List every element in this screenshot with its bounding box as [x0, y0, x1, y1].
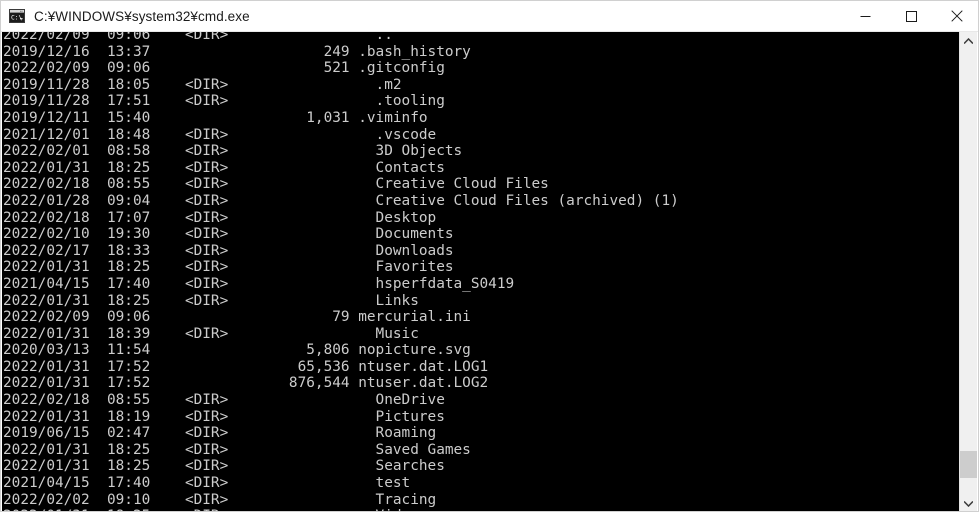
console-line: 2022/01/31 18:25 <DIR> Videos	[2, 508, 961, 511]
console-output-area[interactable]: 2022/02/09 09:06 <DIR> .. 2019/12/16 13:3…	[2, 32, 961, 511]
console-text-buffer: 2022/02/09 09:06 <DIR> .. 2019/12/16 13:3…	[2, 32, 961, 511]
console-line: 2019/12/16 13:37 249 .bash_history	[3, 43, 471, 60]
cmd-console-icon: C:\	[9, 8, 25, 24]
scroll-down-button[interactable]	[960, 495, 977, 511]
console-line: 2022/01/31 18:25 <DIR> Favorites	[3, 259, 454, 276]
console-line: 2022/02/09 09:06 521 .gitconfig	[3, 60, 445, 77]
console-line: 2022/02/17 18:33 <DIR> Downloads	[3, 242, 454, 259]
console-line: 2021/04/15 17:40 <DIR> hsperfdata_S0419	[3, 275, 515, 292]
console-line: 2020/03/13 11:54 5,806 nopicture.svg	[3, 342, 471, 359]
console-line: 2022/02/18 17:07 <DIR> Desktop	[3, 209, 437, 226]
console-line: 2022/01/31 17:52 65,536 ntuser.dat.LOG1	[3, 358, 489, 375]
svg-text:C:\: C:\	[11, 15, 22, 22]
console-line: 2022/02/09 09:06 <DIR> ..	[3, 32, 393, 43]
scroll-up-button[interactable]	[960, 32, 977, 49]
console-line: 2022/01/31 18:25 <DIR> Contacts	[3, 159, 445, 176]
console-line: 2022/02/10 19:30 <DIR> Documents	[3, 226, 454, 243]
console-line: 2022/02/18 08:55 <DIR> Creative Cloud Fi…	[3, 176, 549, 193]
console-line: 2022/01/31 18:25 <DIR> Links	[3, 292, 419, 309]
console-line: 2021/12/01 18:48 <DIR> .vscode	[3, 126, 437, 143]
console-line: 2022/01/31 17:52 876,544 ntuser.dat.LOG2	[3, 375, 489, 392]
scrollbar-track[interactable]	[960, 49, 977, 495]
close-button[interactable]	[934, 1, 978, 32]
console-line: 2022/01/31 18:19 <DIR> Pictures	[3, 408, 445, 425]
minimize-button[interactable]	[842, 1, 888, 32]
caption-button-group	[842, 1, 978, 32]
scrollbar-thumb[interactable]	[960, 451, 977, 478]
vertical-scrollbar[interactable]	[959, 32, 977, 511]
console-line: 2022/02/02 09:10 <DIR> Tracing	[3, 491, 437, 508]
console-line: 2022/02/01 08:58 <DIR> 3D Objects	[3, 143, 463, 160]
console-line: 2021/04/15 17:40 <DIR> test	[3, 475, 411, 492]
console-line: 2022/02/09 09:06 79 mercurial.ini	[3, 309, 471, 326]
console-line: 2019/11/28 17:51 <DIR> .tooling	[3, 93, 445, 110]
console-line: 2022/01/31 18:39 <DIR> Music	[3, 325, 419, 342]
console-line: 2019/12/11 15:40 1,031 .viminfo	[3, 109, 428, 126]
console-line: 2022/01/28 09:04 <DIR> Creative Cloud Fi…	[3, 192, 679, 209]
console-line: 2019/06/15 02:47 <DIR> Roaming	[3, 425, 437, 442]
maximize-button[interactable]	[888, 1, 934, 32]
console-line: 2019/11/28 18:05 <DIR> .m2	[3, 76, 402, 93]
cmd-window: C:\ C:¥WINDOWS¥system32¥cmd.exe 2022/02/…	[0, 0, 979, 512]
console-line: 2022/02/18 08:55 <DIR> OneDrive	[3, 392, 445, 409]
console-line: 2022/01/31 18:25 <DIR> Saved Games	[3, 441, 471, 458]
window-title: C:¥WINDOWS¥system32¥cmd.exe	[34, 8, 250, 24]
title-bar[interactable]: C:\ C:¥WINDOWS¥system32¥cmd.exe	[1, 1, 978, 32]
console-line: 2022/01/31 18:25 <DIR> Searches	[3, 458, 445, 475]
